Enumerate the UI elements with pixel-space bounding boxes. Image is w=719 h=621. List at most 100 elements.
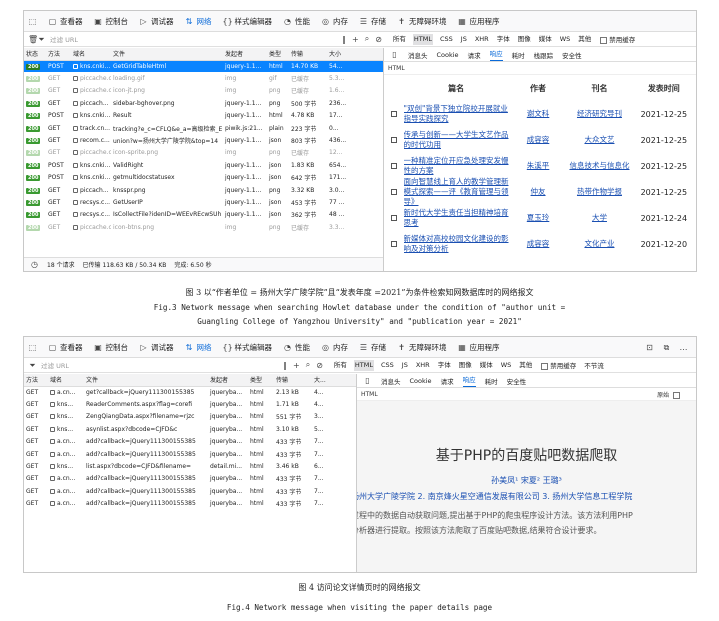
- sidebar-toggle-icon[interactable]: ▯: [390, 50, 399, 59]
- tab-5[interactable]: ◔ 性能: [283, 16, 310, 27]
- filter-type-7[interactable]: 媒体: [479, 360, 494, 371]
- inspect-picker-icon[interactable]: ⬚: [28, 343, 37, 352]
- tab-9[interactable]: ▦ 应用程序: [458, 342, 499, 353]
- inspect-picker-icon[interactable]: ⬚: [28, 17, 37, 26]
- tab-2[interactable]: ▷ 调试器: [139, 16, 173, 27]
- detail-tab-2[interactable]: 请求: [441, 376, 454, 386]
- raw-toggle[interactable]: 原始: [657, 390, 682, 399]
- more-icon[interactable]: …: [679, 343, 688, 352]
- block-icon[interactable]: ⊘: [316, 361, 323, 370]
- table-row[interactable]: GET a.cn... get?callback=jQuery11130015538…: [24, 386, 356, 398]
- detail-tab-2[interactable]: 请求: [468, 50, 481, 60]
- table-row[interactable]: 200 POST kns.cnki... Result jquery-1.1... htm…: [24, 110, 383, 122]
- tab-0[interactable]: ▢ 查看器: [48, 16, 83, 27]
- detail-tab-5[interactable]: 栈跟踪: [534, 50, 554, 60]
- tab-1[interactable]: ▣ 控制台: [94, 16, 128, 27]
- paper-affiliations[interactable]: 扬州大学广陵学院 2. 南京烽火星空通信发展有限公司 3. 扬州大学信息工程学院: [357, 491, 632, 502]
- column-header[interactable]: 域名: [48, 374, 84, 387]
- detail-tab-6[interactable]: 安全性: [562, 50, 582, 60]
- search-icon[interactable]: ⌕: [365, 34, 369, 44]
- tab-4[interactable]: {} 样式编辑器: [223, 342, 273, 353]
- author-link[interactable]: 夏玉玲: [527, 213, 550, 222]
- table-row[interactable]: 200 POST kns.cnki... ValidRight jquery-1.1..…: [24, 159, 383, 171]
- journal-link[interactable]: 大众文艺: [584, 135, 614, 144]
- detail-tab-4[interactable]: 耗时: [512, 50, 525, 60]
- table-row[interactable]: GET kns... asynlist.aspx?dbcode=CJFD&c jque…: [24, 423, 356, 435]
- filter-type-4[interactable]: XHR: [474, 34, 490, 45]
- detail-tab-3[interactable]: 响应: [489, 48, 503, 61]
- filter-type-2[interactable]: CSS: [380, 360, 395, 371]
- author-link[interactable]: 朱溪平: [527, 161, 550, 170]
- table-row[interactable]: 200 GET piccach... sidebar-bghover.png jquer…: [24, 97, 383, 109]
- table-row[interactable]: GET a.cn... add?callback=jQuery11130015538…: [24, 485, 356, 497]
- tab-9[interactable]: ▦ 应用程序: [458, 16, 499, 27]
- journal-link[interactable]: 文化产业: [584, 239, 614, 248]
- tab-7[interactable]: ☰ 存储: [359, 342, 386, 353]
- table-row[interactable]: GET kns... ZengQiangData.aspx?filename=rjz…: [24, 411, 356, 423]
- author-link[interactable]: 成容容: [527, 135, 550, 144]
- detail-tab-1[interactable]: Cookie: [437, 51, 459, 59]
- table-row[interactable]: 200 POST kns.cnki... getmultidocstatusex jqu…: [24, 172, 383, 184]
- detail-tab-4[interactable]: 耗时: [485, 376, 498, 386]
- filter-type-7[interactable]: 媒体: [538, 34, 553, 45]
- table-row[interactable]: GET a.cn... add?callback=jQuery11130015538…: [24, 448, 356, 460]
- paper-title-link[interactable]: 面向智慧线上育人的教学管理新模式探索——评《教育管理与领导》: [404, 177, 509, 206]
- tab-8[interactable]: ✝ 无障碍环境: [397, 16, 446, 27]
- column-header[interactable]: 大小: [327, 48, 383, 61]
- row-checkbox[interactable]: [384, 110, 404, 119]
- column-header[interactable]: 状态: [24, 48, 46, 61]
- tab-3[interactable]: ⇅ 网络: [185, 342, 212, 353]
- table-row[interactable]: 200 GET piccache.c...icon-jt.png img png 已缓存 1…: [24, 85, 383, 97]
- block-icon[interactable]: ⊘: [375, 35, 382, 44]
- paper-title-link[interactable]: 传承与创新——大学生文艺作品的时代功用: [404, 130, 509, 149]
- column-header[interactable]: 文件: [84, 374, 208, 387]
- journal-link[interactable]: 经济研究导刊: [577, 109, 622, 118]
- column-header[interactable]: 大...: [312, 374, 356, 387]
- row-checkbox[interactable]: [384, 240, 404, 249]
- journal-link[interactable]: 热带作物学报: [577, 187, 622, 196]
- tab-0[interactable]: ▢ 查看器: [48, 342, 83, 353]
- pause-icon[interactable]: ‖: [283, 361, 287, 370]
- column-header[interactable]: 类型: [248, 374, 274, 387]
- journal-link[interactable]: 大学: [592, 213, 607, 222]
- filter-type-6[interactable]: 图像: [458, 360, 473, 371]
- tab-6[interactable]: ◎ 内存: [321, 16, 348, 27]
- column-header[interactable]: 传输: [274, 374, 312, 387]
- table-row[interactable]: GET kns... ReaderComments.aspx?flag=corefi…: [24, 398, 356, 410]
- table-row[interactable]: GET a.cn... add?callback=jQuery11130015538…: [24, 473, 356, 485]
- filter-type-8[interactable]: WS: [500, 360, 513, 371]
- paper-title-link[interactable]: "双创"背景下独立院校开展就业指导实践探究: [404, 104, 508, 123]
- dock-icon[interactable]: ⊡: [645, 343, 654, 352]
- table-row[interactable]: 200 GET recsys.c... IsCollectFile?idenID=WE…: [24, 209, 383, 221]
- tab-1[interactable]: ▣ 控制台: [94, 342, 128, 353]
- table-row[interactable]: 200 GET piccache.c...icon-sprite.png img png…: [24, 147, 383, 159]
- column-header[interactable]: 发起者: [223, 48, 267, 61]
- filter-type-2[interactable]: CSS: [439, 34, 454, 45]
- column-header[interactable]: 域名: [71, 48, 111, 61]
- paper-title-link[interactable]: 一种精准定位开应急处理安发慢性的方案: [404, 156, 509, 175]
- table-row[interactable]: 200 GET recsys.c... GetUserIP jquery-1.1... j…: [24, 196, 383, 208]
- add-icon[interactable]: +: [352, 35, 359, 44]
- table-row[interactable]: GET kns... list.aspx?dbcode=CJFD&filename=…: [24, 460, 356, 472]
- detail-tab-3[interactable]: 响应: [462, 374, 476, 387]
- column-header[interactable]: 发起者: [208, 374, 248, 387]
- row-checkbox[interactable]: [384, 136, 404, 145]
- filter-type-0[interactable]: 所有: [392, 34, 407, 45]
- search-icon[interactable]: ⌕: [306, 360, 310, 370]
- table-row[interactable]: 200 GET piccache.c...loading.gif img gif 已缓存 5…: [24, 72, 383, 84]
- filter-url-input[interactable]: 过滤 URL: [41, 360, 279, 370]
- table-row[interactable]: 200 GET piccach... knsspr.png jquery-1.1... p…: [24, 184, 383, 196]
- tab-5[interactable]: ◔ 性能: [283, 342, 310, 353]
- detail-tab-5[interactable]: 安全性: [507, 376, 527, 386]
- paper-title-link[interactable]: 新时代大学生责任当担精神培育思考: [404, 208, 509, 227]
- column-header[interactable]: 方法: [24, 374, 48, 387]
- tab-2[interactable]: ▷ 调试器: [139, 342, 173, 353]
- table-row[interactable]: GET a.cn... add?callback=jQuery11130015538…: [24, 436, 356, 448]
- filter-type-3[interactable]: JS: [460, 34, 468, 45]
- column-header[interactable]: 文件: [111, 48, 223, 61]
- tab-4[interactable]: {} 样式编辑器: [223, 16, 273, 27]
- filter-type-5[interactable]: 字体: [437, 360, 452, 371]
- detail-tab-0[interactable]: 消息头: [381, 376, 401, 386]
- throttle-select[interactable]: 不节流: [584, 360, 604, 370]
- table-row[interactable]: 200 GET recom.c... union?w=扬州大学广陵学院&top=14 j…: [24, 134, 383, 146]
